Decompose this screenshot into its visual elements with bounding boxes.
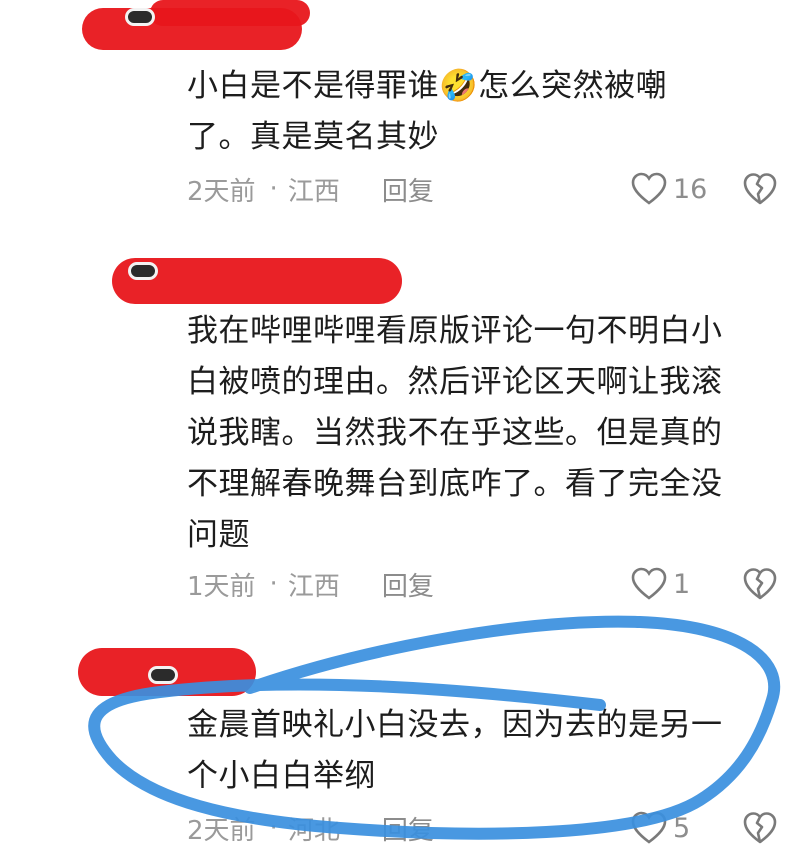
comment-meta: 2天前 · 河北 回复 5 bbox=[187, 808, 777, 848]
comment-location: 河北 bbox=[287, 815, 340, 846]
comment-location: 江西 bbox=[287, 571, 340, 602]
like-area: 16 bbox=[631, 172, 777, 206]
comment-text: 我在哔哩哔哩看原版评论一句不明白小 白被喷的理由。然后评论区天啊让我滚 说我瞎。… bbox=[187, 313, 723, 553]
like-area: 1 bbox=[631, 567, 777, 601]
comment-meta: 2天前 · 江西 回复 16 bbox=[187, 169, 777, 209]
comment-text: 小白是不是得罪谁🤣怎么突然被嘲 了。真是莫名其妙 bbox=[187, 68, 668, 155]
broken-heart-icon[interactable] bbox=[743, 172, 777, 206]
heart-outline-icon[interactable] bbox=[631, 172, 667, 206]
comment-meta: 1天前 · 江西 回复 1 bbox=[187, 564, 777, 604]
heart-outline-icon[interactable] bbox=[631, 811, 667, 845]
meta-separator: · bbox=[269, 569, 278, 599]
comment-time: 1天前 bbox=[187, 571, 256, 602]
comment-time: 2天前 bbox=[187, 815, 256, 846]
like-count: 16 bbox=[673, 173, 708, 205]
reply-button[interactable]: 回复 bbox=[382, 810, 434, 847]
redacted-username bbox=[150, 0, 310, 26]
comment-time: 2天前 bbox=[187, 176, 256, 207]
meta-separator: · bbox=[269, 813, 278, 843]
avatar[interactable] bbox=[125, 8, 155, 26]
meta-separator: · bbox=[269, 174, 278, 204]
reply-button[interactable]: 回复 bbox=[382, 566, 434, 603]
comment-location: 江西 bbox=[287, 176, 340, 207]
broken-heart-icon[interactable] bbox=[743, 811, 777, 845]
like-count: 1 bbox=[673, 568, 691, 600]
like-area: 5 bbox=[631, 811, 777, 845]
broken-heart-icon[interactable] bbox=[743, 567, 777, 601]
comment-text: 金晨首映礼小白没去，因为去的是另一 个小白白举纲 bbox=[187, 707, 723, 794]
avatar[interactable] bbox=[148, 666, 178, 684]
reply-button[interactable]: 回复 bbox=[382, 171, 434, 208]
heart-outline-icon[interactable] bbox=[631, 567, 667, 601]
like-count: 5 bbox=[673, 812, 691, 844]
avatar[interactable] bbox=[128, 262, 158, 280]
